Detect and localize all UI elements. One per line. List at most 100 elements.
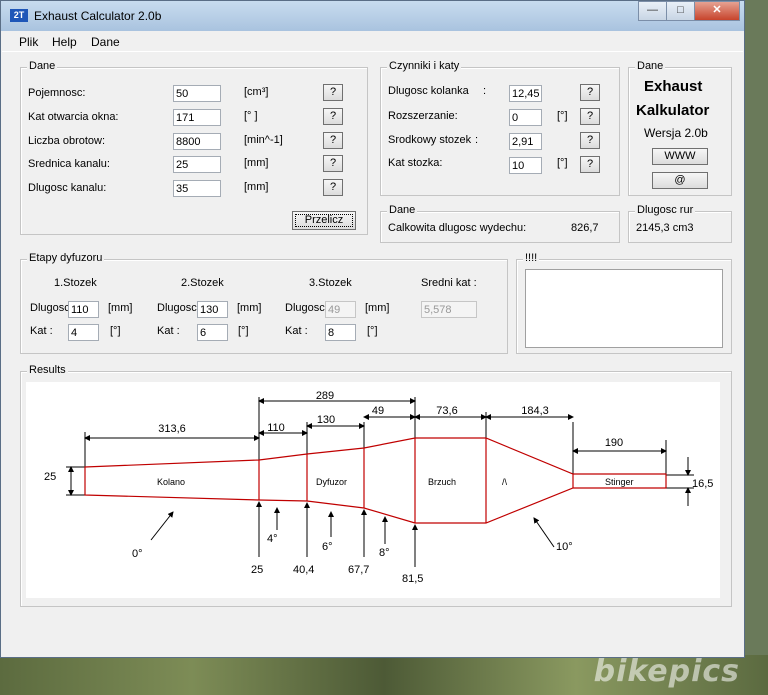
section-dyfuzor: Dyfuzor	[316, 477, 347, 487]
dane-group-label: Dane	[27, 60, 58, 72]
stage1-length-input[interactable]	[68, 301, 99, 318]
liczba-obrotow-unit: [min^-1]	[244, 134, 283, 146]
notes-group-label: !!!!	[523, 252, 540, 264]
rozszerzanie-unit: [°]	[557, 110, 568, 122]
stage1-angle-input[interactable]	[68, 324, 99, 341]
dlugosc-kolanka-label: Dlugosc kolanka	[388, 85, 469, 97]
angle-10: 10°	[556, 541, 573, 553]
mail-button[interactable]: @	[652, 172, 708, 189]
dia-25: 25	[251, 564, 263, 576]
stage3-length-unit: [mm]	[365, 302, 390, 314]
srodkowy-stozek-sep: :	[475, 134, 479, 146]
stage2-angle-input[interactable]	[197, 324, 228, 341]
summary-value: 826,7	[571, 222, 599, 234]
dlugosc-kolanka-sep: :	[483, 85, 487, 97]
stage3-length-input[interactable]	[325, 301, 356, 318]
dim-cone2: 130	[317, 414, 335, 426]
section-kolano: Kolano	[157, 477, 185, 487]
kat-okna-input[interactable]	[173, 109, 221, 126]
section-brzuch: Brzuch	[428, 477, 456, 487]
dane-group: Dane Pojemnosc: [cm³] ? Kat otwarcia okn…	[20, 60, 368, 235]
stage2-angle-label: Kat :	[157, 325, 180, 337]
avg-angle-value	[421, 301, 477, 318]
menu-dane[interactable]: Dane	[91, 35, 120, 49]
pipe-group: Dlugosc rur 2145,3 cm3	[628, 204, 732, 243]
dia-81: 81,5	[402, 573, 423, 585]
liczba-obrotow-input[interactable]	[173, 133, 221, 150]
rozszerzanie-label: Rozszerzanie:	[388, 110, 458, 122]
pipe-value: 2145,3 cm3	[636, 222, 694, 234]
section-stinger: Stinger	[605, 477, 634, 487]
close-button[interactable]: ✕	[694, 1, 740, 21]
pojemnosc-unit: [cm³]	[244, 86, 269, 98]
dia-67: 67,7	[348, 564, 369, 576]
dia-inlet: 25	[44, 471, 56, 483]
srednica-kanalu-input[interactable]	[173, 156, 221, 173]
dlugosc-kolanka-help-button[interactable]: ?	[580, 84, 600, 101]
avg-angle-label: Sredni kat :	[421, 277, 477, 289]
angle-0: 0°	[132, 548, 143, 560]
menu-help[interactable]: Help	[52, 35, 77, 49]
dim-kolano: 313,6	[158, 423, 186, 435]
minimize-button[interactable]: —	[638, 1, 667, 21]
exhaust-diagram-svg: 313,6 289 110 130 49 73,6 184,3 190 25 1…	[44, 390, 713, 585]
kat-stozka-value[interactable]	[509, 157, 542, 174]
stage3-angle-label: Kat :	[285, 325, 308, 337]
dia-40: 40,4	[293, 564, 314, 576]
app-icon: 2T	[10, 9, 28, 22]
summary-group: Dane Calkowita dlugosc wydechu: 826,7	[380, 204, 620, 243]
dlugosc-kolanka-value[interactable]	[509, 85, 542, 102]
notes-group: !!!!	[516, 252, 732, 354]
stage2-length-input[interactable]	[197, 301, 228, 318]
rozszerzanie-help-button[interactable]: ?	[580, 108, 600, 125]
pojemnosc-help-button[interactable]: ?	[323, 84, 343, 101]
stage1-angle-label: Kat :	[30, 325, 53, 337]
stage2-angle-unit: [°]	[238, 325, 249, 337]
czynniki-group-label: Czynniki i katy	[387, 60, 462, 72]
kat-okna-label: Kat otwarcia okna:	[28, 111, 119, 123]
stage1-length-label: Dlugosc	[30, 302, 70, 314]
kat-stozka-label: Kat stozka:	[388, 157, 443, 169]
pojemnosc-input[interactable]	[173, 85, 221, 102]
dlugosc-kanalu-help-button[interactable]: ?	[323, 179, 343, 196]
about-version: Wersja 2.0b	[644, 126, 708, 140]
watermark: bikepics	[593, 654, 740, 689]
stage1-angle-unit: [°]	[110, 325, 121, 337]
kat-stozka-help-button[interactable]: ?	[580, 156, 600, 173]
srednica-kanalu-label: Srednica kanalu:	[28, 158, 110, 170]
stage1-title: 1.Stozek	[54, 277, 97, 289]
przelicz-button[interactable]: Przelicz	[292, 211, 356, 230]
stage3-angle-unit: [°]	[367, 325, 378, 337]
maximize-button[interactable]: □	[666, 1, 695, 21]
notes-textarea[interactable]	[525, 269, 723, 348]
liczba-obrotow-help-button[interactable]: ?	[323, 132, 343, 149]
rozszerzanie-value[interactable]	[509, 109, 542, 126]
srednica-kanalu-unit: [mm]	[244, 157, 269, 169]
kat-stozka-unit: [°]	[557, 157, 568, 169]
menu-plik[interactable]: Plik	[19, 35, 38, 49]
about-title-line1: Exhaust	[644, 78, 703, 95]
srednica-kanalu-help-button[interactable]: ?	[323, 155, 343, 172]
dlugosc-kanalu-unit: [mm]	[244, 181, 269, 193]
menu-bar: Plik Help Dane	[2, 31, 743, 52]
title-bar[interactable]: 2T Exhaust Calculator 2.0b — □ ✕	[1, 1, 744, 31]
dimension-labels: 313,6 289 110 130 49 73,6 184,3 190 25 1…	[44, 390, 713, 490]
dia-stinger: 16,5	[692, 478, 713, 490]
www-button[interactable]: WWW	[652, 148, 708, 165]
stage1-length-unit: [mm]	[108, 302, 133, 314]
results-diagram: 313,6 289 110 130 49 73,6 184,3 190 25 1…	[26, 382, 720, 598]
kat-okna-help-button[interactable]: ?	[323, 108, 343, 125]
pojemnosc-label: Pojemnosc:	[28, 87, 86, 99]
srodkowy-stozek-help-button[interactable]: ?	[580, 132, 600, 149]
dim-total: 289	[316, 390, 334, 402]
stage3-length-label: Dlugosc	[285, 302, 325, 314]
about-title-line2: Kalkulator	[636, 102, 710, 119]
srodkowy-stozek-value[interactable]	[509, 133, 542, 150]
stage2-title: 2.Stozek	[181, 277, 224, 289]
srodkowy-stozek-label: Srodkowy stozek	[388, 134, 472, 146]
dlugosc-kanalu-input[interactable]	[173, 180, 221, 197]
stage3-angle-input[interactable]	[325, 324, 356, 341]
stage2-length-label: Dlugosc	[157, 302, 197, 314]
about-group: Dane Exhaust Kalkulator Wersja 2.0b WWW …	[628, 60, 732, 196]
summary-text: Calkowita dlugosc wydechu:	[388, 222, 527, 234]
